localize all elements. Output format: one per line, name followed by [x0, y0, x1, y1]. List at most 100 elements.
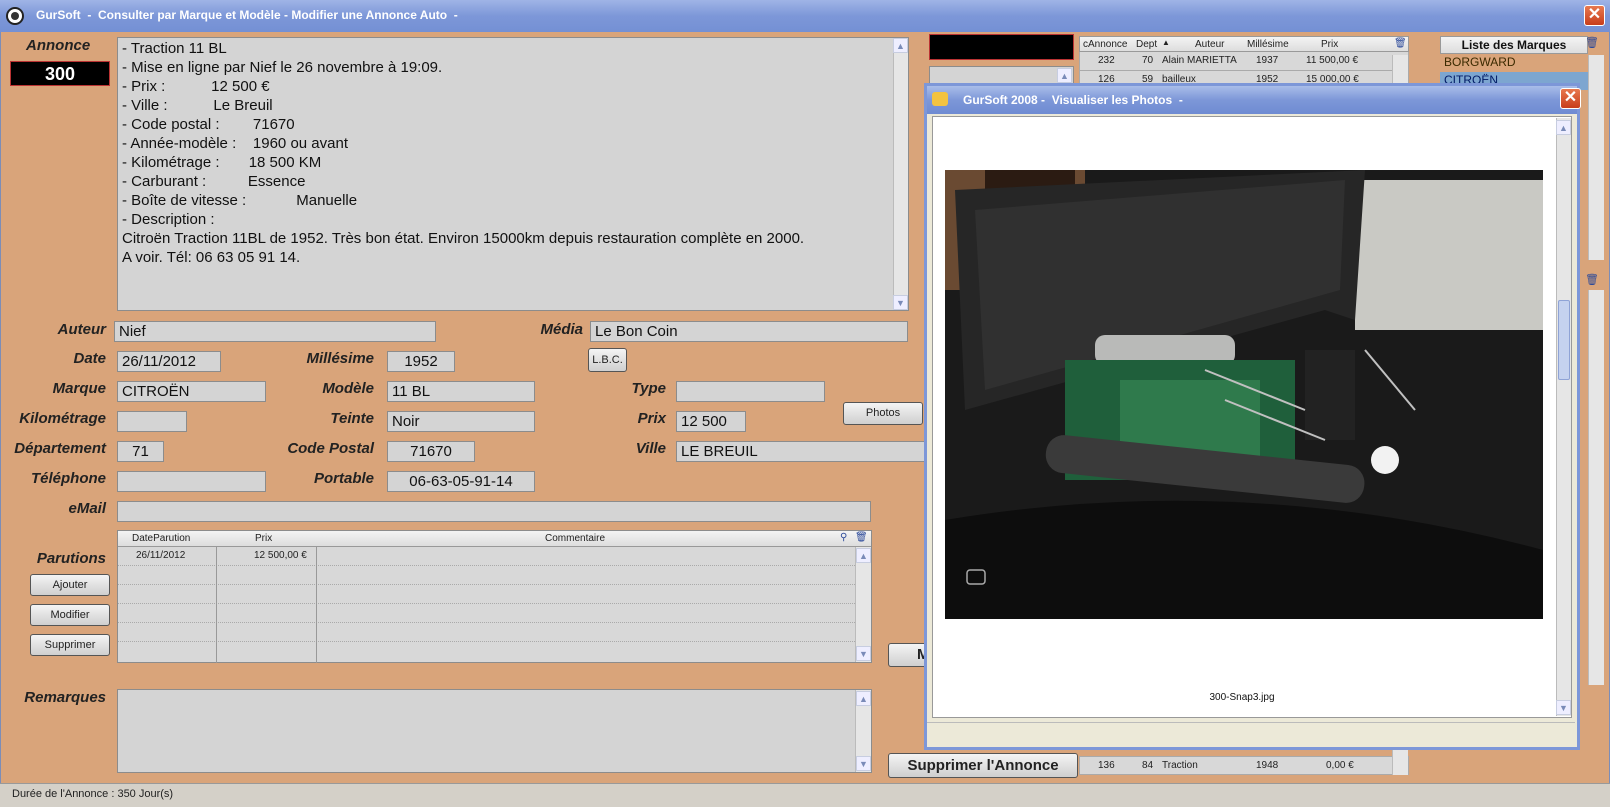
prix-label: Prix	[637, 410, 666, 427]
millesime-label: Millésime	[306, 350, 374, 367]
table-row[interactable]	[118, 604, 871, 623]
kilometrage-label: Kilométrage	[19, 410, 106, 427]
photos-button[interactable]: Photos	[843, 402, 923, 425]
col-header-dept[interactable]: Dept	[1136, 39, 1157, 50]
teinte-field[interactable]: Noir	[387, 411, 535, 432]
departement-label: Département	[14, 440, 106, 457]
photo-window-title: GurSoft 2008 - Visualiser les Photos -	[963, 93, 1183, 107]
parutions-scrollbar[interactable]	[855, 547, 871, 662]
desc-line: - Boîte de vitesse : Manuelle	[122, 192, 358, 209]
car-engine-photo	[945, 170, 1543, 619]
scroll-up-icon[interactable]: ▲	[1057, 68, 1072, 83]
list-item[interactable]: 136 84 Traction 1948 0,00 €	[1079, 756, 1409, 775]
annonces-list[interactable]: cAnnonce Dept ▲ Auteur Millésime Prix 🗑 …	[1079, 36, 1409, 90]
col-header-millesime[interactable]: Millésime	[1247, 39, 1289, 50]
table-row[interactable]	[118, 623, 871, 642]
modifier-button[interactable]: Modifier	[30, 604, 110, 626]
description-scrollbar[interactable]	[893, 38, 908, 310]
date-field[interactable]: 26/11/2012	[117, 351, 221, 372]
row-auteur: Traction	[1162, 760, 1198, 771]
desc-line: Citroën Traction 11BL de 1952. Très bon …	[122, 230, 805, 247]
row-millesime: 1948	[1256, 760, 1279, 771]
photo-footer	[927, 722, 1575, 744]
scroll-down-icon[interactable]: ▼	[856, 646, 871, 661]
scroll-up-icon[interactable]: ▲	[856, 548, 871, 563]
telephone-field[interactable]	[117, 471, 266, 492]
table-row[interactable]	[118, 585, 871, 604]
search-icon[interactable]: ⚲	[840, 532, 847, 543]
annonce-number: 300	[10, 61, 110, 86]
type-field[interactable]	[676, 381, 825, 402]
supprimer-button[interactable]: Supprimer	[30, 634, 110, 656]
email-field[interactable]	[117, 501, 871, 522]
col-header-prix[interactable]: Prix	[255, 533, 272, 544]
ville-field[interactable]: LE BREUIL	[676, 441, 926, 462]
kilometrage-field[interactable]	[117, 411, 187, 432]
col-header-commentaire[interactable]: Commentaire	[545, 533, 605, 544]
parutions-table[interactable]: DateParution Prix Commentaire ⚲ 🗑 26/11/…	[117, 530, 872, 663]
modeles-scrollbar[interactable]	[1588, 290, 1604, 685]
list-item[interactable]: 232 70 Alain MARIETTA 1937 11 500,00 €	[1079, 52, 1409, 71]
desc-line: - Description :	[122, 211, 215, 228]
marque-field[interactable]: CITROËN	[117, 381, 266, 402]
table-header: DateParution Prix Commentaire ⚲ 🗑	[118, 531, 871, 547]
col-header-prix[interactable]: Prix	[1321, 39, 1338, 50]
media-label: Média	[540, 321, 583, 338]
code-postal-field[interactable]: 71670	[387, 441, 475, 462]
trash-icon[interactable]: 🗑	[1585, 36, 1599, 50]
lbc-button[interactable]: L.B.C.	[588, 348, 627, 372]
auteur-field[interactable]: Nief	[114, 321, 436, 342]
home-icon	[932, 92, 948, 106]
trash-icon[interactable]: 🗑	[1394, 38, 1407, 49]
departement-field[interactable]: 71	[117, 441, 164, 462]
photo-scrollbar[interactable]	[1556, 118, 1571, 716]
scroll-thumb[interactable]	[1558, 300, 1570, 380]
remarques-field[interactable]	[117, 689, 872, 773]
col-header-date[interactable]: DateParution	[132, 533, 190, 544]
ville-label: Ville	[635, 440, 666, 457]
auteur-label: Auteur	[57, 321, 106, 338]
portable-field[interactable]: 06-63-05-91-14	[387, 471, 535, 492]
media-field[interactable]: Le Bon Coin	[590, 321, 908, 342]
row-auteur: Alain MARIETTA	[1162, 55, 1237, 66]
modele-field[interactable]: 11 BL	[387, 381, 535, 402]
marques-header: Liste des Marques	[1440, 36, 1588, 54]
table-row[interactable]: 26/11/2012 12 500,00 €	[118, 547, 871, 566]
status-bar: Durée de l'Annonce : 350 Jour(s)	[0, 783, 1610, 807]
desc-line: - Prix : 12 500 €	[122, 78, 270, 95]
table-row[interactable]	[118, 566, 871, 585]
engine-photo-graphic	[945, 170, 1543, 619]
desc-line: - Kilométrage : 18 500 KM	[122, 154, 322, 171]
marques-list[interactable]: Liste des Marques BORGWARD CITROËN	[1440, 36, 1588, 90]
marques-scrollbar[interactable]	[1588, 55, 1604, 260]
close-button[interactable]: ✕	[1560, 88, 1581, 109]
type-label: Type	[631, 380, 666, 397]
scroll-down-icon[interactable]: ▼	[893, 295, 908, 310]
scroll-up-icon[interactable]: ▲	[856, 691, 871, 706]
desc-line: - Code postal : 71670	[122, 116, 295, 133]
scroll-down-icon[interactable]: ▼	[856, 756, 871, 771]
scroll-down-icon[interactable]: ▼	[1556, 700, 1571, 715]
description-text[interactable]: - Traction 11 BL - Mise en ligne par Nie…	[117, 37, 909, 311]
supprimer-annonce-button[interactable]: Supprimer l'Annonce	[888, 753, 1078, 778]
close-button[interactable]: ✕	[1584, 5, 1605, 26]
combo-field[interactable]	[929, 66, 1074, 84]
trash-icon[interactable]: 🗑	[1585, 273, 1599, 287]
prix-field[interactable]: 12 500	[676, 411, 746, 432]
col-divider	[216, 547, 217, 663]
code-postal-label: Code Postal	[287, 440, 374, 457]
portable-label: Portable	[313, 470, 374, 487]
sort-asc-icon: ▲	[1162, 38, 1170, 47]
search-display	[929, 34, 1074, 60]
millesime-field[interactable]: 1952	[387, 351, 455, 372]
remarques-label: Remarques	[24, 689, 106, 706]
col-header-auteur[interactable]: Auteur	[1195, 39, 1224, 50]
list-item[interactable]: BORGWARD	[1440, 54, 1588, 72]
trash-icon[interactable]: 🗑	[855, 532, 868, 543]
scroll-up-icon[interactable]: ▲	[1556, 120, 1571, 135]
scroll-up-icon[interactable]: ▲	[893, 38, 908, 53]
ajouter-button[interactable]: Ajouter	[30, 574, 110, 596]
partial-button[interactable]: M	[888, 643, 928, 667]
col-header-cannonce[interactable]: cAnnonce	[1083, 39, 1127, 50]
desc-line: - Mise en ligne par Nief le 26 novembre …	[122, 59, 443, 76]
